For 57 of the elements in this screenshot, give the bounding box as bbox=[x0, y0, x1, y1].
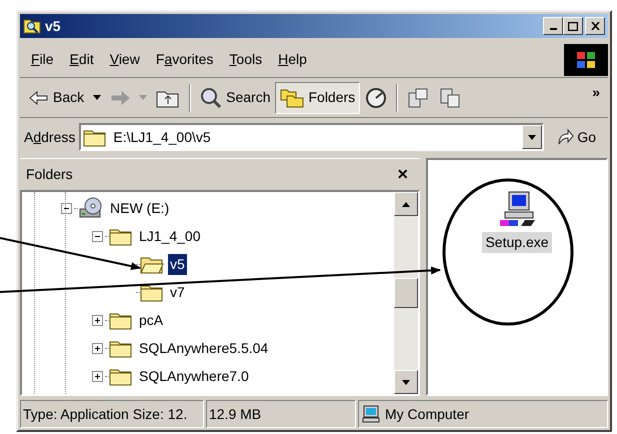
close-button[interactable] bbox=[585, 17, 605, 35]
window-title: v5 bbox=[45, 16, 61, 36]
folder-label[interactable]: NEW (E:) bbox=[108, 198, 172, 218]
expand-icon[interactable] bbox=[92, 342, 102, 354]
menu-item[interactable]: Favorites bbox=[150, 49, 218, 70]
menu-item[interactable]: Edit bbox=[64, 49, 99, 70]
more-tools-button[interactable]: » bbox=[592, 82, 600, 103]
collapse-icon[interactable] bbox=[60, 202, 72, 214]
go-button[interactable]: Go bbox=[548, 126, 604, 148]
back-button[interactable]: Back bbox=[24, 82, 90, 114]
clock-icon bbox=[365, 86, 388, 108]
pane-close-button[interactable]: × bbox=[397, 161, 408, 188]
menu-item[interactable]: Help bbox=[273, 49, 312, 70]
dropdown-caret-icon[interactable] bbox=[93, 95, 102, 100]
folder-label[interactable]: v5 bbox=[168, 254, 187, 274]
computer-icon bbox=[361, 405, 381, 423]
back-arrow-icon bbox=[29, 90, 49, 104]
windows-flag-icon bbox=[576, 50, 596, 68]
address-field[interactable]: E:\LJ1_4_00\v5 bbox=[79, 123, 544, 151]
search-icon bbox=[200, 86, 222, 108]
minimize-button[interactable] bbox=[543, 17, 563, 35]
status-text: My Computer bbox=[385, 404, 470, 424]
folder-label[interactable]: LJ1_4_00 bbox=[137, 226, 203, 246]
move-to-icon bbox=[407, 86, 430, 108]
menu-item[interactable]: Tools bbox=[224, 49, 268, 70]
status-text: Type: Application Size: 12. bbox=[23, 404, 188, 424]
folders-button[interactable]: Folders bbox=[275, 82, 360, 114]
scrollbar[interactable] bbox=[394, 192, 418, 394]
search-button[interactable]: Search bbox=[195, 82, 276, 114]
scroll-up-icon[interactable] bbox=[402, 202, 410, 206]
menu-item[interactable]: File bbox=[26, 49, 59, 70]
status-text: 12.9 MB bbox=[209, 404, 262, 424]
folders-icon bbox=[280, 88, 304, 108]
folders-pane-title: Folders bbox=[26, 165, 73, 184]
go-arrow-icon bbox=[556, 128, 574, 146]
minimize-icon bbox=[550, 28, 556, 30]
copy-to-icon bbox=[439, 86, 462, 108]
caret-icon bbox=[528, 134, 536, 140]
folder-label[interactable]: SQLAnywhere7.0 bbox=[137, 366, 251, 386]
collapse-icon[interactable] bbox=[92, 230, 102, 242]
expand-icon[interactable] bbox=[92, 370, 102, 382]
maximize-button[interactable] bbox=[563, 17, 583, 35]
address-dropdown-button[interactable] bbox=[522, 125, 542, 149]
folder-search-icon bbox=[23, 18, 41, 34]
address-label: Address bbox=[24, 128, 76, 146]
maximize-icon bbox=[568, 22, 578, 30]
expand-icon[interactable] bbox=[92, 314, 102, 326]
folder-label[interactable]: pcA bbox=[137, 310, 166, 330]
folder-label[interactable]: SQLAnywhere5.5.04 bbox=[137, 338, 270, 358]
file-name[interactable]: Setup.exe bbox=[482, 232, 552, 253]
menu-item[interactable]: View bbox=[104, 49, 145, 70]
scroll-down-icon[interactable] bbox=[402, 380, 410, 384]
close-icon bbox=[590, 22, 600, 30]
folder-label[interactable]: v7 bbox=[168, 282, 187, 302]
forward-arrow-icon bbox=[110, 90, 130, 104]
drive-icon bbox=[78, 197, 104, 219]
scrollbar-thumb[interactable] bbox=[394, 278, 418, 308]
